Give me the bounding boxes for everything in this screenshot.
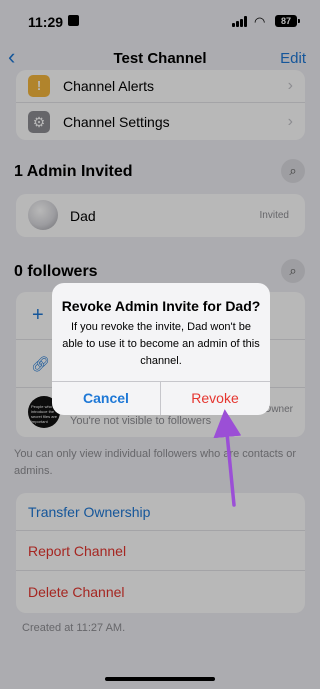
dialog-title: Revoke Admin Invite for Dad?: [61, 298, 261, 314]
revoke-invite-dialog: Revoke Admin Invite for Dad? If you revo…: [52, 283, 270, 415]
pointer-arrow-icon: [213, 409, 242, 507]
cancel-button[interactable]: Cancel: [52, 382, 160, 415]
dialog-message: If you revoke the invite, Dad won't be a…: [62, 321, 260, 367]
